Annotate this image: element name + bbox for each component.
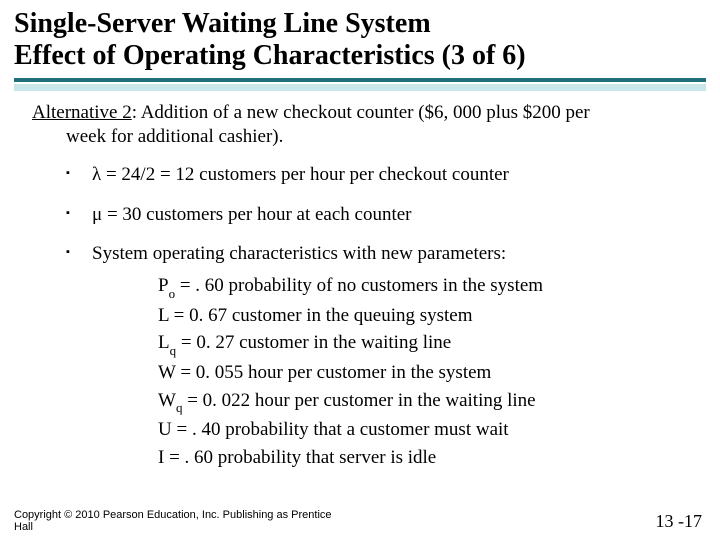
metric-l-sym: L [158,305,169,326]
bullet-system: System operating characteristics with ne… [66,242,694,471]
metric-p0-sub: o [169,286,176,301]
bullet-mu-text: = 30 customers per hour at each counter [102,204,411,225]
metric-l: L = 0. 67 customer in the queuing system [158,302,694,330]
metric-p0-rest: = . 60 probability of no customers in th… [175,275,543,296]
slide: Single-Server Waiting Line System Effect… [0,0,720,540]
bullet-lambda: λ = 24/2 = 12 customers per hour per che… [66,163,694,187]
metric-wq-rest: = 0. 022 hour per customer in the waitin… [182,390,535,411]
lambda-symbol: λ [92,164,101,185]
copyright-line-1: Copyright © 2010 Pearson Education, Inc.… [14,509,332,521]
metrics-block: Po = . 60 probability of no customers in… [158,272,694,471]
metric-i: I = . 60 probability that server is idle [158,444,694,472]
title-rule [14,78,706,91]
bullet-mu: μ = 30 customers per hour at each counte… [66,203,694,227]
alternative-text-b: week for additional cashier). [66,125,694,149]
metric-p0: Po = . 60 probability of no customers in… [158,272,694,302]
mu-symbol: μ [92,204,102,225]
metric-wq-sym: W [158,390,176,411]
alternative-line: Alternative 2: Addition of a new checkou… [32,101,694,149]
metric-i-rest: = . 60 probability that server is idle [169,447,436,468]
alternative-label: Alternative 2 [32,102,132,123]
metric-i-sym: I [158,447,169,468]
metric-lq-sym: L [158,332,170,353]
copyright-line-2: Hall [14,521,33,533]
metric-wq-sub: q [176,400,183,415]
bullet-system-text: System operating characteristics with ne… [92,243,506,264]
bullet-lambda-text: = 24/2 = 12 customers per hour per check… [101,164,509,185]
metric-lq: Lq = 0. 27 customer in the waiting line [158,329,694,359]
bullet-list: λ = 24/2 = 12 customers per hour per che… [66,163,694,471]
page-number: 13 -17 [656,511,703,532]
metric-p0-sym: P [158,275,169,296]
alternative-text-a: : Addition of a new checkout counter ($6… [132,102,590,123]
metric-lq-rest: = 0. 27 customer in the waiting line [176,332,451,353]
title-line-1: Single-Server Waiting Line System [14,8,431,39]
metric-w-sym: W [158,362,176,383]
rule-light [14,84,706,91]
metric-lq-sub: q [170,343,177,358]
metric-w: W = 0. 055 hour per customer in the syst… [158,359,694,387]
metric-u-sym: U [158,419,172,440]
title-line-2: Effect of Operating Characteristics (3 o… [14,40,526,71]
metric-u: U = . 40 probability that a customer mus… [158,416,694,444]
metric-w-rest: = 0. 055 hour per customer in the system [176,362,492,383]
metric-u-rest: = . 40 probability that a customer must … [172,419,509,440]
slide-body: Alternative 2: Addition of a new checkou… [14,101,706,471]
metric-l-rest: = 0. 67 customer in the queuing system [169,305,473,326]
page-title: Single-Server Waiting Line System Effect… [14,8,706,72]
rule-dark [14,78,706,82]
copyright-footer: Copyright © 2010 Pearson Education, Inc.… [14,509,332,534]
metric-wq: Wq = 0. 022 hour per customer in the wai… [158,387,694,417]
